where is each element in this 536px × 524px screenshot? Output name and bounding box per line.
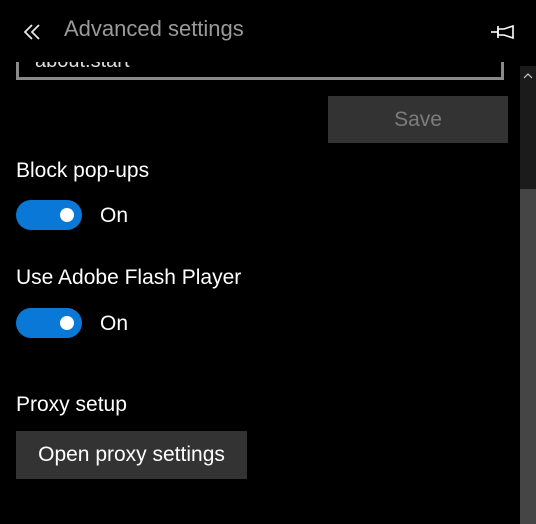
flash-player-state: On — [100, 312, 129, 335]
open-proxy-settings-button[interactable]: Open proxy settings — [16, 431, 247, 479]
double-chevron-left-icon — [23, 24, 40, 40]
flash-player-toggle[interactable] — [16, 308, 82, 338]
toggle-knob — [60, 208, 74, 222]
scrollbar-thumb[interactable] — [520, 189, 536, 524]
pin-icon — [491, 24, 514, 40]
page-title: Advanced settings — [64, 16, 244, 41]
block-popups-state: On — [100, 204, 129, 227]
header: Advanced settings — [0, 0, 536, 62]
chevron-up-icon — [523, 73, 533, 79]
scroll-up-button[interactable] — [520, 66, 536, 86]
save-button[interactable]: Save — [328, 96, 508, 143]
block-popups-label: Block pop-ups — [16, 159, 150, 182]
block-popups-toggle[interactable] — [16, 200, 82, 230]
proxy-setup-label: Proxy setup — [16, 393, 127, 416]
back-button[interactable] — [22, 18, 44, 46]
toggle-knob — [60, 316, 74, 330]
flash-player-label: Use Adobe Flash Player — [16, 266, 242, 289]
pin-button[interactable] — [490, 22, 516, 42]
